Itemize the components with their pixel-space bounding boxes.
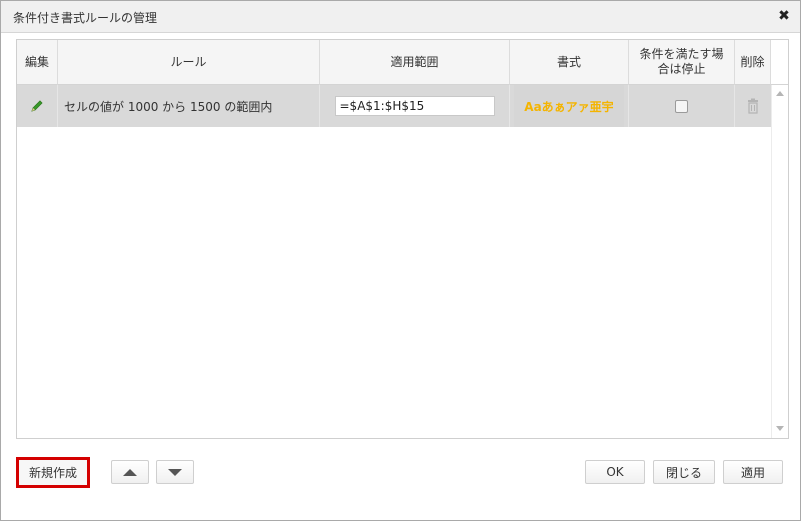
triangle-down-icon [168, 468, 182, 476]
rule-text: セルの値が 1000 から 1500 の範囲内 [64, 99, 273, 114]
ok-button[interactable]: OK [585, 460, 645, 484]
dialog-title: 条件付き書式ルールの管理 [13, 11, 158, 25]
scroll-up-arrow-icon[interactable] [776, 91, 784, 96]
conditional-format-dialog: 条件付き書式ルールの管理 ✖ 編集 ルール 適用範囲 書式 条件を満たす場 合は… [0, 0, 801, 521]
header-delete: 削除 [735, 40, 771, 85]
ok-label: OK [606, 465, 624, 479]
apply-button[interactable]: 適用 [723, 460, 783, 484]
stop-if-true-cell [629, 85, 735, 127]
header-scroll-corner [771, 40, 788, 85]
header-delete-label: 削除 [740, 54, 765, 69]
header-range-label: 適用範囲 [390, 54, 439, 69]
close-button[interactable]: 閉じる [653, 460, 715, 484]
header-edit-label: 編集 [24, 54, 49, 69]
delete-cell [735, 85, 771, 127]
new-rule-button[interactable]: 新規作成 [16, 457, 90, 488]
apply-label: 適用 [740, 465, 765, 480]
range-input[interactable] [334, 96, 495, 116]
header-stop-label-line2: 合は停止 [657, 62, 706, 76]
scroll-down-arrow-icon[interactable] [776, 426, 784, 431]
header-stop-label-line1: 条件を満たす場 [639, 47, 724, 61]
header-format-label: 書式 [556, 54, 581, 69]
new-rule-label: 新規作成 [28, 466, 77, 480]
dialog-titlebar: 条件付き書式ルールの管理 ✖ [1, 1, 800, 33]
header-stop-if-true: 条件を満たす場 合は停止 [629, 40, 735, 85]
close-icon[interactable]: ✖ [776, 7, 792, 25]
format-cell[interactable]: Aaあぁアァ亜宇 [510, 85, 629, 127]
triangle-up-icon [123, 468, 137, 476]
close-label: 閉じる [665, 465, 702, 480]
header-range: 適用範囲 [320, 40, 510, 85]
rule-cell[interactable]: セルの値が 1000 から 1500 の範囲内 [58, 85, 320, 127]
header-rule: ルール [58, 40, 320, 85]
header-rule-label: ルール [170, 54, 207, 69]
pencil-icon[interactable] [29, 98, 45, 114]
header-format: 書式 [510, 40, 629, 85]
move-down-button[interactable] [156, 460, 194, 484]
rules-grid: 編集 ルール 適用範囲 書式 条件を満たす場 合は停止 削除 セルの値が 100… [16, 39, 789, 439]
trash-icon[interactable] [746, 98, 760, 114]
stop-if-true-checkbox[interactable] [675, 99, 688, 113]
vertical-scrollbar[interactable] [771, 85, 788, 438]
edit-cell [17, 85, 58, 127]
range-cell [320, 85, 510, 127]
header-edit: 編集 [17, 40, 58, 85]
move-up-button[interactable] [111, 460, 149, 484]
format-preview: Aaあぁアァ亜宇 [514, 85, 624, 127]
table-row[interactable]: セルの値が 1000 から 1500 の範囲内 Aaあぁアァ亜宇 [17, 85, 771, 127]
